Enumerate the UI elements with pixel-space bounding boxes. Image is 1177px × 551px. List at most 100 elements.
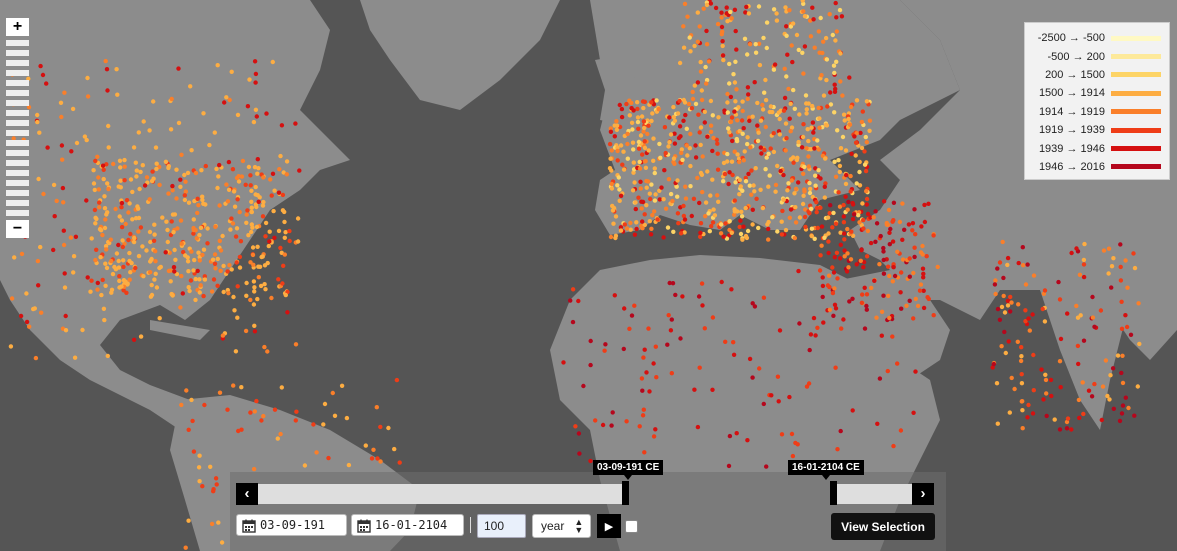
event-dot[interactable] <box>636 126 641 131</box>
event-dot[interactable] <box>843 148 849 153</box>
event-dot[interactable] <box>624 419 629 424</box>
event-dot[interactable] <box>835 276 840 281</box>
event-dot[interactable] <box>764 464 769 469</box>
event-dot[interactable] <box>184 388 189 393</box>
event-dot[interactable] <box>890 279 895 284</box>
event-dot[interactable] <box>681 203 686 209</box>
event-dot[interactable] <box>62 271 67 276</box>
event-dot[interactable] <box>649 182 654 187</box>
event-dot[interactable] <box>913 296 918 302</box>
event-dot[interactable] <box>832 82 837 87</box>
event-dot[interactable] <box>245 104 251 109</box>
event-dot[interactable] <box>140 163 145 168</box>
event-dot[interactable] <box>215 185 220 191</box>
event-dot[interactable] <box>153 249 158 254</box>
event-dot[interactable] <box>252 285 257 290</box>
event-dot[interactable] <box>891 200 897 205</box>
event-dot[interactable] <box>648 232 654 237</box>
event-dot[interactable] <box>568 298 573 303</box>
event-dot[interactable] <box>832 89 838 95</box>
event-dot[interactable] <box>263 220 269 226</box>
event-dot[interactable] <box>848 104 854 110</box>
event-dot[interactable] <box>195 210 200 216</box>
event-dot[interactable] <box>622 306 627 311</box>
event-dot[interactable] <box>654 98 659 103</box>
event-dot[interactable] <box>1020 408 1025 413</box>
event-dot[interactable] <box>659 185 664 190</box>
event-dot[interactable] <box>784 24 789 29</box>
event-dot[interactable] <box>1108 373 1113 378</box>
event-dot[interactable] <box>138 169 143 175</box>
event-dot[interactable] <box>796 47 801 53</box>
event-dot[interactable] <box>237 209 242 215</box>
event-dot[interactable] <box>127 201 132 206</box>
event-dot[interactable] <box>74 140 80 146</box>
event-dot[interactable] <box>816 168 821 173</box>
event-dot[interactable] <box>830 290 836 296</box>
event-dot[interactable] <box>123 221 128 227</box>
event-dot[interactable] <box>19 251 25 257</box>
event-dot[interactable] <box>619 114 625 120</box>
event-dot[interactable] <box>278 245 283 251</box>
event-dot[interactable] <box>217 203 222 208</box>
event-dot[interactable] <box>815 325 820 330</box>
event-dot[interactable] <box>196 203 201 208</box>
event-dot[interactable] <box>1056 279 1061 285</box>
event-dot[interactable] <box>735 118 740 123</box>
event-dot[interactable] <box>193 170 199 176</box>
event-dot[interactable] <box>760 102 765 108</box>
event-dot[interactable] <box>864 307 869 312</box>
event-dot[interactable] <box>641 355 646 360</box>
event-dot[interactable] <box>632 180 637 185</box>
event-dot[interactable] <box>231 189 237 194</box>
event-dot[interactable] <box>252 289 257 294</box>
event-dot[interactable] <box>819 243 824 248</box>
event-dot[interactable] <box>692 43 697 49</box>
event-dot[interactable] <box>293 121 298 126</box>
event-dot[interactable] <box>775 229 780 234</box>
event-dot[interactable] <box>1031 273 1037 278</box>
event-dot[interactable] <box>375 456 380 461</box>
event-dot[interactable] <box>785 52 790 57</box>
event-dot[interactable] <box>171 265 177 270</box>
event-dot[interactable] <box>1099 417 1105 423</box>
event-dot[interactable] <box>797 215 803 220</box>
event-dot[interactable] <box>662 168 667 173</box>
event-dot[interactable] <box>141 119 146 124</box>
event-dot[interactable] <box>658 155 663 160</box>
event-dot[interactable] <box>679 150 684 156</box>
event-dot[interactable] <box>790 453 796 459</box>
event-dot[interactable] <box>729 115 735 120</box>
event-dot[interactable] <box>863 168 869 174</box>
event-dot[interactable] <box>126 210 131 215</box>
event-dot[interactable] <box>1020 399 1025 404</box>
event-dot[interactable] <box>276 190 282 195</box>
event-dot[interactable] <box>169 219 174 224</box>
event-dot[interactable] <box>650 213 655 218</box>
event-dot[interactable] <box>272 188 277 193</box>
event-dot[interactable] <box>641 407 646 412</box>
event-dot[interactable] <box>397 460 402 465</box>
event-dot[interactable] <box>791 155 796 160</box>
start-date-input[interactable]: 03-09-191 <box>236 514 347 536</box>
event-dot[interactable] <box>91 181 97 186</box>
event-dot[interactable] <box>719 24 725 30</box>
event-dot[interactable] <box>681 45 687 50</box>
event-dot[interactable] <box>857 220 862 225</box>
event-dot[interactable] <box>236 428 241 434</box>
event-dot[interactable] <box>178 305 183 310</box>
event-dot[interactable] <box>58 100 64 106</box>
event-dot[interactable] <box>827 307 833 312</box>
event-dot[interactable] <box>838 428 843 434</box>
event-dot[interactable] <box>678 336 683 341</box>
event-dot[interactable] <box>740 131 745 136</box>
event-dot[interactable] <box>119 205 124 210</box>
event-dot[interactable] <box>841 214 846 219</box>
event-dot[interactable] <box>104 67 110 72</box>
event-dot[interactable] <box>618 143 624 148</box>
event-dot[interactable] <box>173 257 178 262</box>
event-dot[interactable] <box>742 36 748 41</box>
event-dot[interactable] <box>819 224 825 229</box>
event-dot[interactable] <box>151 176 156 181</box>
event-dot[interactable] <box>249 188 254 193</box>
